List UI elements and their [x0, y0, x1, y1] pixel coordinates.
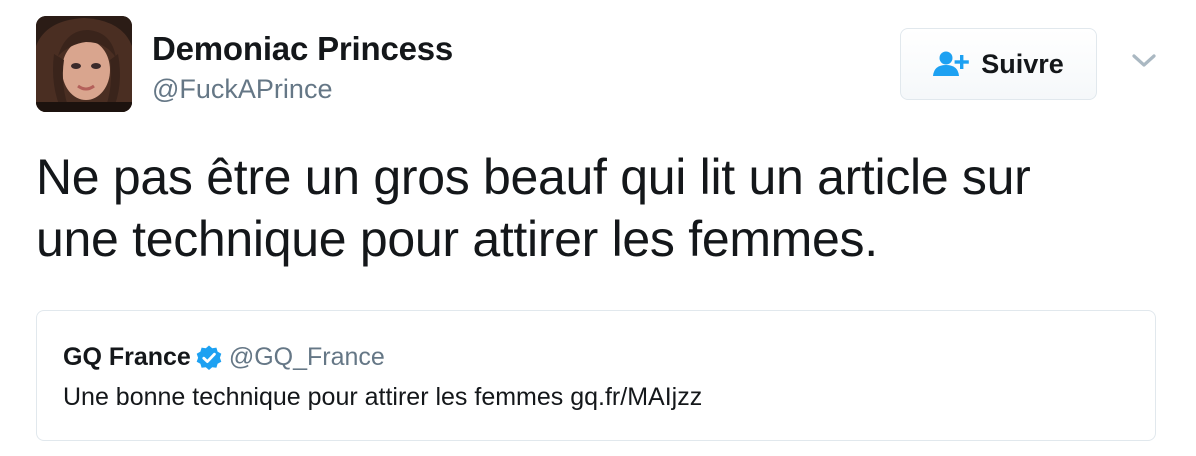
chevron-down-icon[interactable] — [1130, 50, 1158, 72]
quoted-tweet[interactable]: GQ France @GQ_France Une bonne technique… — [36, 310, 1156, 441]
verified-badge-icon — [195, 344, 223, 372]
tweet-text-line: Ne pas être un gros beauf qui lit un art… — [36, 149, 1031, 205]
quoted-tweet-text: Une bonne technique pour attirer les fem… — [63, 383, 703, 411]
tweet-card: Demoniac Princess @FuckAPrince Suivre Ne… — [0, 0, 1196, 456]
follow-button[interactable]: Suivre — [900, 28, 1097, 100]
author-handle[interactable]: @FuckAPrince — [152, 74, 332, 105]
quoted-author-name: GQ France — [63, 343, 191, 371]
author-name[interactable]: Demoniac Princess — [152, 30, 453, 68]
add-user-icon — [933, 51, 971, 77]
quoted-tweet-header: GQ France @GQ_France — [63, 343, 385, 372]
follow-label: Suivre — [981, 48, 1064, 79]
author-avatar[interactable] — [36, 16, 132, 112]
tweet-text: Ne pas être un gros beauf qui lit un art… — [36, 146, 1156, 270]
quoted-author-handle: @GQ_France — [228, 343, 385, 371]
tweet-text-line: une technique pour attirer les femmes. — [36, 211, 878, 267]
avatar-photo — [36, 16, 132, 112]
